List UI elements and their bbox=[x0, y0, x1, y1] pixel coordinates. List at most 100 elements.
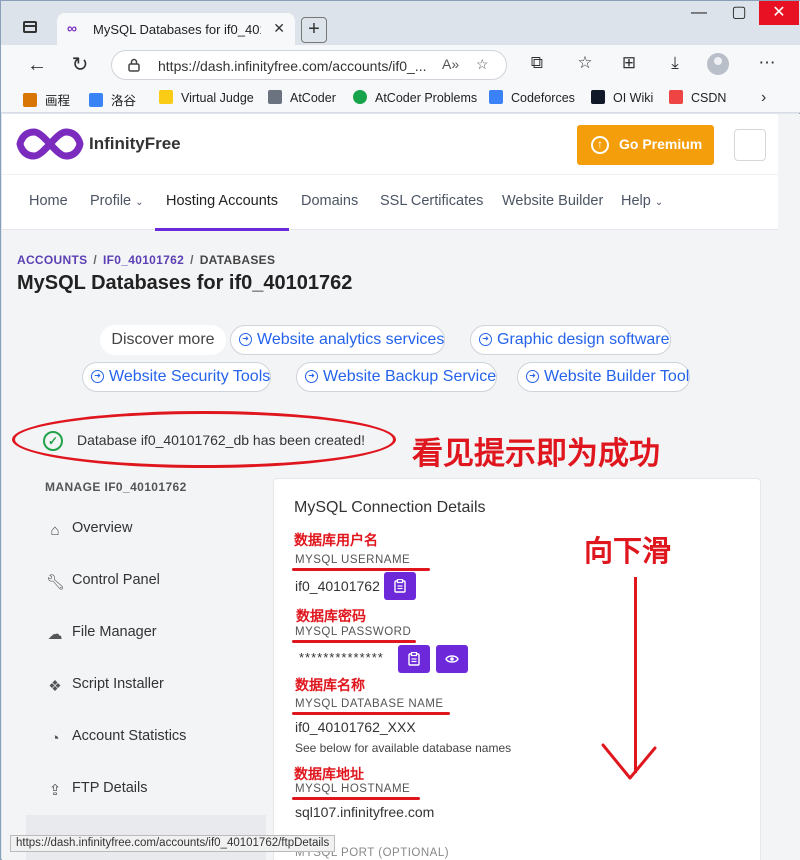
active-tab-indicator bbox=[155, 228, 289, 231]
discover-label: Discover more bbox=[100, 325, 226, 355]
annotation-oval bbox=[12, 411, 396, 468]
tab-title: MySQL Databases for if0_40101762 bbox=[93, 22, 261, 37]
nav-hosting-accounts[interactable]: Hosting Accounts bbox=[166, 193, 278, 209]
discover-link[interactable]: ➜ Website Builder Tool bbox=[517, 362, 691, 392]
password-value: ************** bbox=[299, 650, 384, 665]
wrench-icon: 🔧︎ bbox=[46, 574, 66, 591]
annotation-underline bbox=[292, 640, 416, 643]
nav-ssl-certificates[interactable]: SSL Certificates bbox=[380, 193, 483, 209]
read-aloud-icon[interactable]: A» bbox=[442, 56, 459, 72]
more-menu-icon[interactable]: ⋯ bbox=[755, 53, 779, 73]
downloads-icon[interactable]: ⤓ bbox=[663, 53, 687, 73]
bookmark-item[interactable]: AtCoder bbox=[268, 90, 336, 105]
username-value: if0_40101762 bbox=[295, 578, 380, 594]
bookmark-item[interactable]: 画程 bbox=[23, 90, 70, 109]
annotation-underline bbox=[292, 797, 420, 800]
bookmark-item[interactable]: Virtual Judge bbox=[159, 90, 254, 105]
clipboard-icon bbox=[408, 651, 420, 666]
username-annotation: 数据库用户名 bbox=[294, 533, 378, 549]
main-nav: Home Profile ⌄ Hosting Accounts Domains … bbox=[2, 174, 778, 231]
sidebar-item-account-statistics[interactable]: ◔ Account Statistics bbox=[46, 728, 186, 748]
menu-toggle-button[interactable] bbox=[734, 129, 766, 161]
breadcrumb-separator: / bbox=[190, 253, 194, 267]
tab-bar: ∞ MySQL Databases for if0_40101762 ✕ + —… bbox=[1, 1, 800, 45]
annotation-underline bbox=[292, 568, 430, 571]
upload-icon: ⇪ bbox=[48, 782, 62, 799]
copy-username-button[interactable] bbox=[384, 572, 416, 600]
pie-chart-icon: ◔ bbox=[50, 730, 60, 747]
dbname-label: MYSQL DATABASE NAME bbox=[295, 698, 444, 710]
bookmark-icon bbox=[268, 90, 282, 104]
window-menu-icon[interactable] bbox=[23, 21, 37, 33]
bookmark-icon bbox=[353, 90, 367, 104]
site-header: InfinityFree ↑ Go Premium bbox=[2, 114, 778, 174]
refresh-icon[interactable]: ↻ bbox=[68, 53, 92, 77]
bookmark-icon bbox=[23, 93, 37, 107]
cloud-upload-icon: ☁ bbox=[47, 626, 63, 643]
nav-help[interactable]: Help ⌄ bbox=[621, 193, 663, 209]
chevron-down-icon: ⌄ bbox=[654, 197, 664, 208]
discover-link[interactable]: ➜ Website Security Tools bbox=[82, 362, 272, 392]
arrow-head-icon bbox=[601, 743, 657, 780]
nav-profile[interactable]: Profile ⌄ bbox=[90, 193, 144, 209]
clipboard-icon bbox=[394, 578, 406, 593]
nav-website-builder[interactable]: Website Builder bbox=[502, 193, 603, 209]
extensions-icon[interactable]: ⧉ bbox=[525, 53, 549, 73]
username-label: MYSQL USERNAME bbox=[295, 554, 411, 566]
profile-avatar-icon[interactable] bbox=[707, 53, 729, 75]
logo-text[interactable]: InfinityFree bbox=[89, 134, 181, 154]
bookmark-item[interactable]: OI Wiki bbox=[591, 90, 653, 105]
card-title: MySQL Connection Details bbox=[294, 499, 486, 516]
arrow-circle-icon: ➜ bbox=[91, 370, 104, 383]
window-close-button[interactable]: ✕ bbox=[759, 1, 799, 25]
browser-tab[interactable]: ∞ MySQL Databases for if0_40101762 ✕ bbox=[57, 13, 295, 45]
url-text[interactable]: https://dash.infinityfree.com/accounts/i… bbox=[158, 58, 426, 74]
lock-icon[interactable] bbox=[128, 58, 140, 72]
bookmark-icon bbox=[159, 90, 173, 104]
dbname-annotation: 数据库名称 bbox=[295, 678, 365, 694]
password-label: MYSQL PASSWORD bbox=[295, 626, 412, 638]
minimize-button[interactable]: — bbox=[679, 1, 719, 25]
sidebar-item-control-panel[interactable]: 🔧︎ Control Panel bbox=[46, 572, 160, 592]
bookmark-item[interactable]: AtCoder Problems bbox=[353, 90, 477, 105]
discover-link[interactable]: ➜ Graphic design software bbox=[470, 325, 671, 355]
infinity-logo-icon[interactable] bbox=[16, 126, 84, 162]
collections-icon[interactable]: ⊞ bbox=[617, 53, 641, 73]
chevron-down-icon: ⌄ bbox=[135, 197, 144, 208]
cubes-icon: ❖ bbox=[48, 678, 62, 695]
address-bar[interactable]: https://dash.infinityfree.com/accounts/i… bbox=[111, 50, 507, 80]
arrow-circle-icon: ➜ bbox=[305, 370, 318, 383]
breadcrumb-account[interactable]: IF0_40101762 bbox=[103, 253, 184, 267]
add-favorite-icon[interactable]: ☆ bbox=[476, 56, 489, 73]
scroll-annotation: 向下滑 bbox=[584, 534, 672, 568]
go-premium-button[interactable]: ↑ Go Premium bbox=[577, 125, 714, 165]
bookmark-icon bbox=[89, 93, 103, 107]
status-bar-url: https://dash.infinityfree.com/accounts/i… bbox=[10, 835, 336, 852]
close-icon[interactable]: ✕ bbox=[273, 20, 285, 37]
chevron-right-icon[interactable]: › bbox=[761, 89, 766, 107]
new-tab-button[interactable]: + bbox=[301, 17, 327, 43]
bookmark-item[interactable]: CSDN bbox=[669, 90, 726, 105]
success-annotation: 看见提示即为成功 bbox=[412, 436, 660, 472]
maximize-button[interactable]: ▢ bbox=[719, 1, 759, 25]
breadcrumb-accounts[interactable]: ACCOUNTS bbox=[17, 253, 87, 267]
bookmark-item[interactable]: Codeforces bbox=[489, 90, 575, 105]
discover-link[interactable]: ➜ Website Backup Service bbox=[296, 362, 498, 392]
hostname-label: MYSQL HOSTNAME bbox=[295, 783, 411, 795]
favorites-icon[interactable]: ☆ bbox=[573, 53, 597, 73]
sidebar-item-script-installer[interactable]: ❖ Script Installer bbox=[46, 676, 164, 696]
browser-window: ∞ MySQL Databases for if0_40101762 ✕ + —… bbox=[0, 0, 800, 860]
sidebar-item-file-manager[interactable]: ☁ File Manager bbox=[46, 624, 157, 644]
sidebar-item-overview[interactable]: ⌂ Overview bbox=[46, 520, 132, 540]
sidebar-item-ftp-details[interactable]: ⇪ FTP Details bbox=[46, 780, 148, 800]
page-scrollbar[interactable] bbox=[778, 114, 800, 860]
breadcrumb-separator: / bbox=[93, 253, 98, 267]
nav-domains[interactable]: Domains bbox=[301, 193, 358, 209]
show-password-button[interactable] bbox=[436, 645, 468, 673]
discover-link[interactable]: ➜ Website analytics services bbox=[230, 325, 446, 355]
back-arrow-icon[interactable]: ← bbox=[25, 53, 49, 77]
copy-password-button[interactable] bbox=[398, 645, 430, 673]
bookmark-icon bbox=[669, 90, 683, 104]
nav-home[interactable]: Home bbox=[29, 193, 68, 209]
bookmark-item[interactable]: 洛谷 bbox=[89, 90, 136, 109]
